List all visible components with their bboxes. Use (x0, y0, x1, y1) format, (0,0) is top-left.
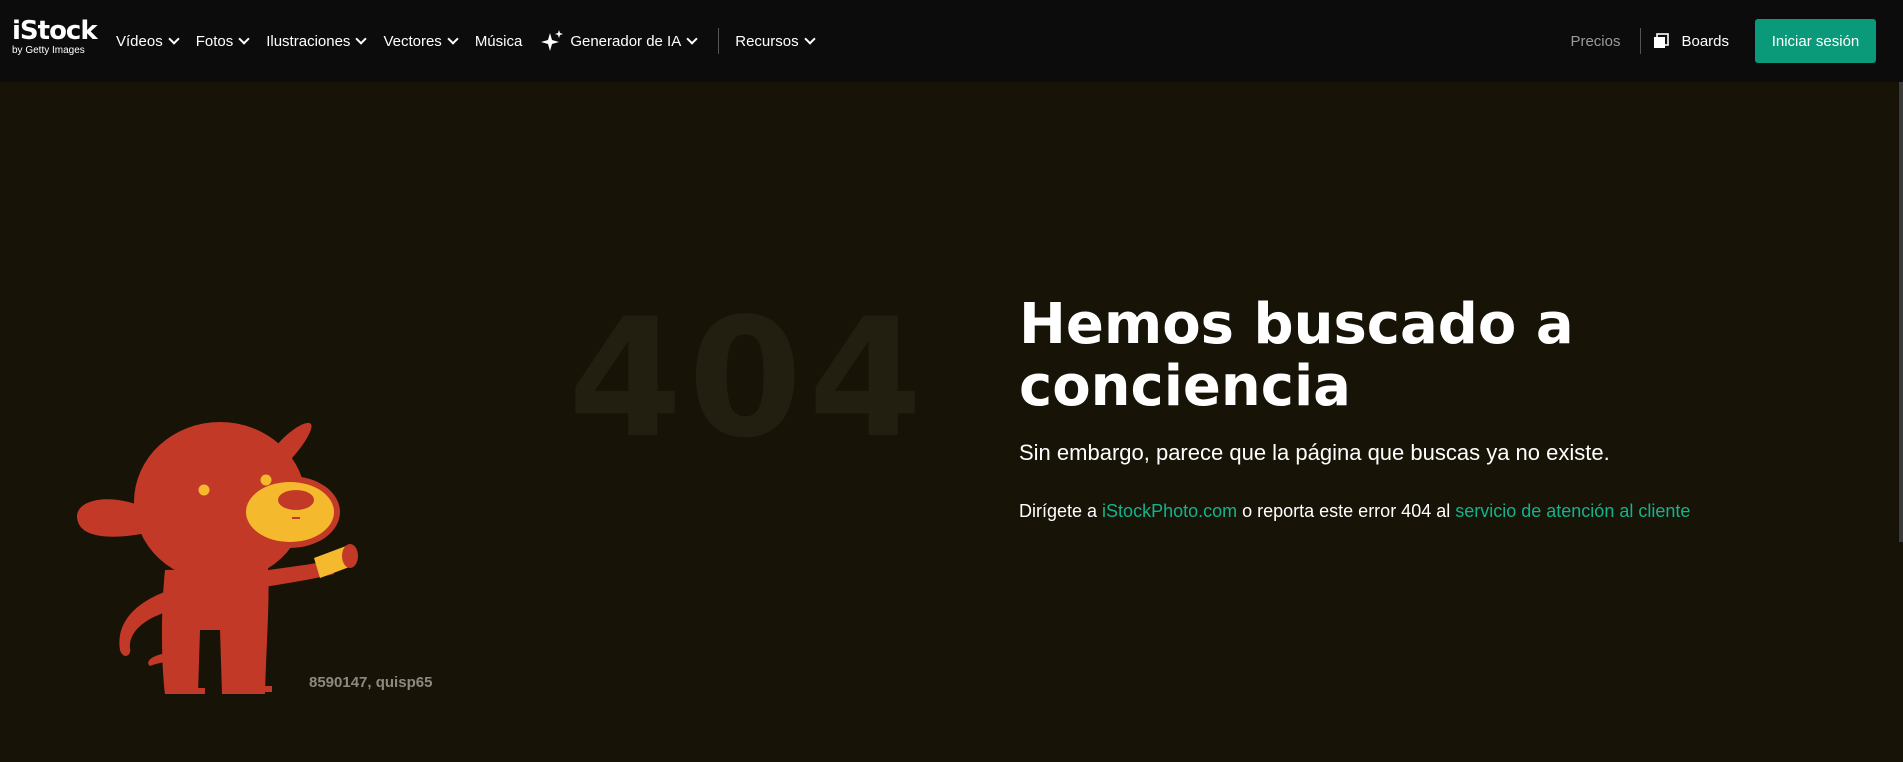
chevron-down-icon (447, 33, 459, 45)
page-title: Hemos buscado a conciencia (1019, 292, 1574, 419)
nav-item-label: Vectores (383, 32, 442, 50)
nav-item-ai-generator[interactable]: Generador de IA (540, 29, 698, 53)
error-code-watermark: 404 (568, 283, 929, 474)
logo-tagline: by Getty Images (12, 45, 85, 56)
nav-item-label: Ilustraciones (266, 32, 351, 50)
account-nav: Precios Boards Iniciar sesión (1570, 0, 1876, 82)
error-page: 8590147, quisp65 404 Hemos buscado a con… (0, 82, 1903, 762)
logo-wordmark: iStock (12, 16, 98, 46)
istock-logo[interactable]: iStock by Getty Images (12, 16, 98, 58)
message-prefix: Dirígete a (1019, 501, 1103, 521)
nav-item-label: Fotos (195, 32, 234, 50)
nav-item-label: Generador de IA (570, 32, 682, 50)
chevron-down-icon (803, 33, 816, 45)
top-navigation-bar: iStock by Getty Images Vídeos Fotos Ilus… (0, 0, 1903, 82)
error-message: Dirígete a iStockPhoto.com o reporta est… (1019, 501, 1690, 522)
nav-divider (718, 28, 720, 54)
nav-item-recursos[interactable]: Recursos (735, 32, 816, 50)
image-credit: 8590147, quisp65 (309, 674, 433, 691)
chevron-down-icon (168, 33, 180, 45)
pricing-link[interactable]: Precios (1570, 33, 1620, 50)
boards-label: Boards (1681, 32, 1729, 50)
nav-item-musica[interactable]: Música (475, 33, 523, 50)
nav-item-label: Recursos (735, 32, 799, 50)
chevron-down-icon (686, 33, 698, 45)
chevron-down-icon (238, 33, 250, 45)
page-scrollbar[interactable] (1899, 82, 1903, 542)
nav-item-videos[interactable]: Vídeos (116, 32, 180, 50)
nav-item-vectores[interactable]: Vectores (383, 32, 459, 50)
chevron-down-icon (355, 33, 368, 45)
main-nav: Vídeos Fotos Ilustraciones Vectores Músi… (116, 0, 832, 82)
message-middle: o reporta este error 404 al (1237, 501, 1456, 521)
error-subtitle: Sin embargo, parece que la página que bu… (1019, 440, 1610, 465)
boards-link[interactable]: Boards (1653, 33, 1729, 50)
signin-button[interactable]: Iniciar sesión (1755, 19, 1876, 63)
nav-item-label: Vídeos (116, 32, 163, 50)
sparkle-icon (541, 30, 564, 51)
account-nav-divider (1640, 28, 1642, 54)
nav-item-fotos[interactable]: Fotos (195, 32, 250, 50)
dog-illustration (76, 422, 358, 694)
home-link[interactable]: iStockPhoto.com (1102, 501, 1237, 521)
customer-service-link[interactable]: servicio de atención al cliente (1455, 501, 1690, 521)
boards-icon (1654, 33, 1670, 48)
nav-item-label: Música (474, 32, 523, 50)
nav-item-ilustraciones[interactable]: Ilustraciones (266, 32, 368, 50)
